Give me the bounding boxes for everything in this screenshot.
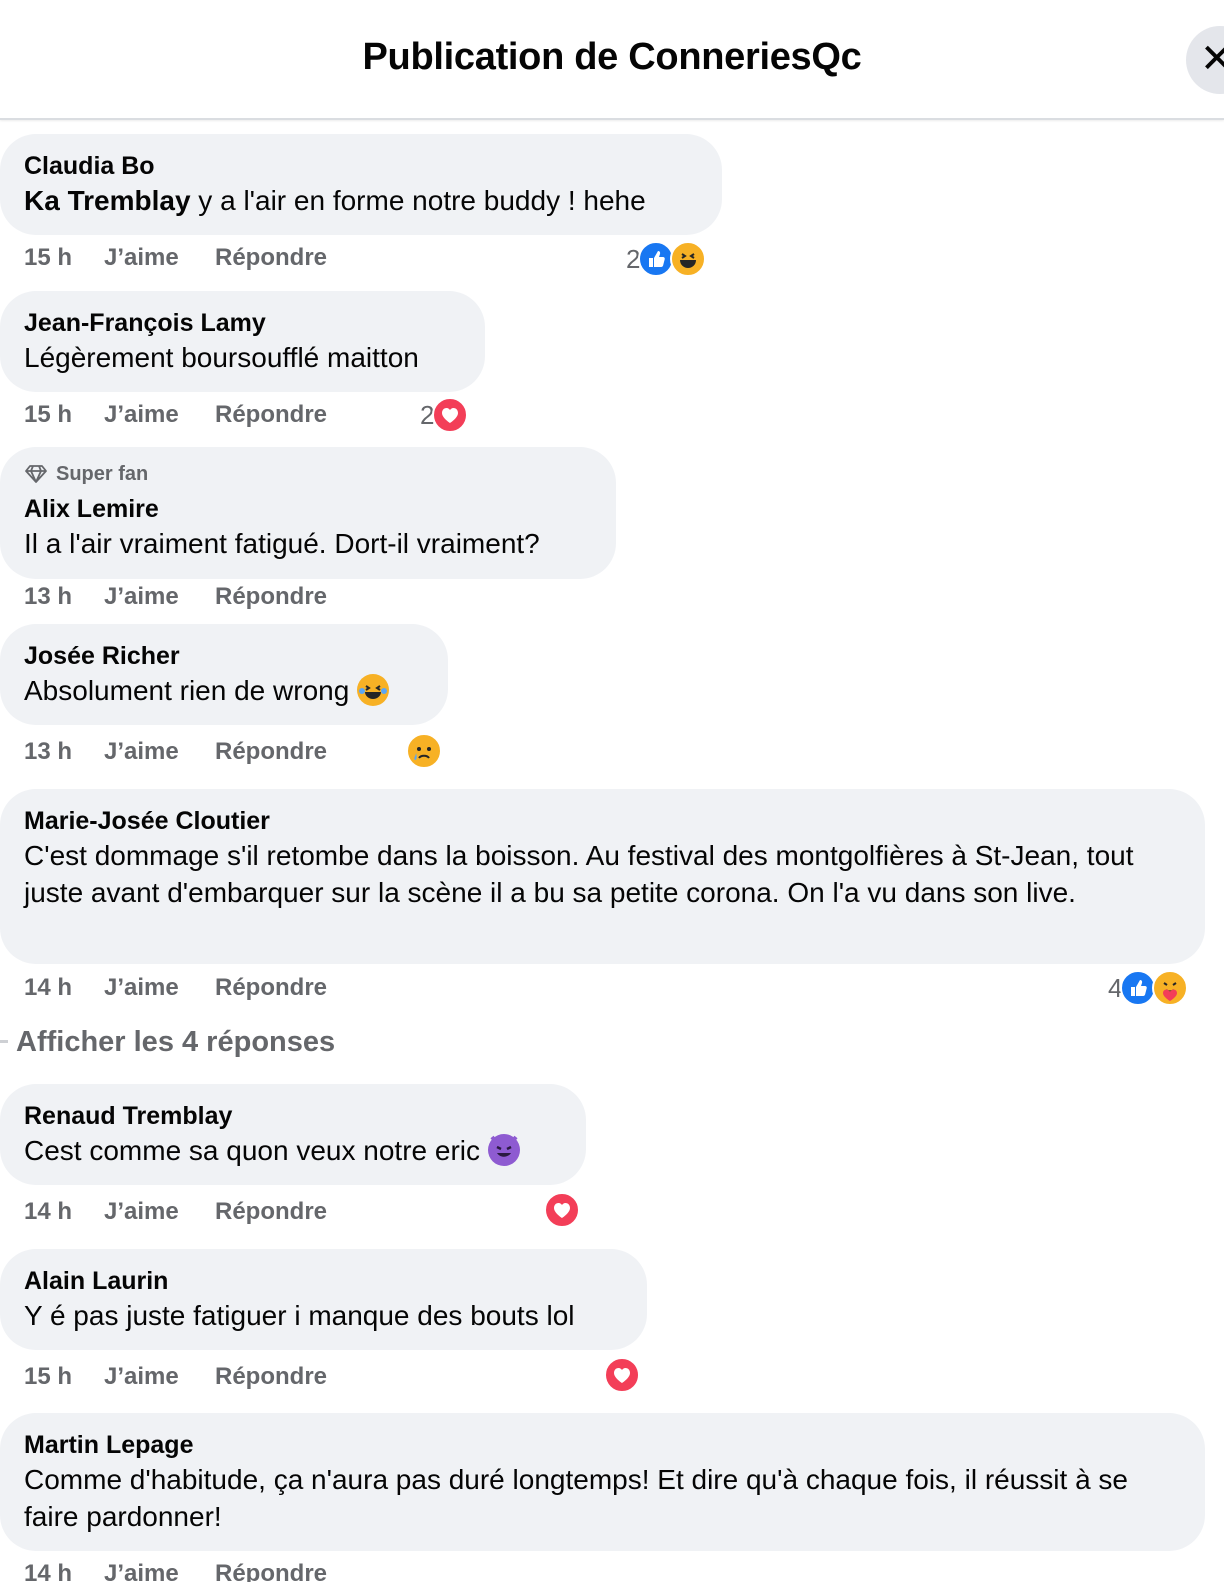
close-icon: ✕ xyxy=(1200,37,1224,81)
reply-button[interactable]: Répondre xyxy=(215,1198,327,1226)
comment-text: C'est dommage s'il retombe dans la boiss… xyxy=(24,840,1134,908)
comment-time[interactable]: 14 h xyxy=(24,1198,72,1226)
care-icon xyxy=(1152,970,1189,1006)
like-button[interactable]: J’aime xyxy=(104,244,179,272)
like-button[interactable]: J’aime xyxy=(104,974,179,1002)
mention-link[interactable]: Ka Tremblay xyxy=(24,185,191,216)
comment-author[interactable]: Jean-François Lamy xyxy=(24,307,461,339)
haha-icon xyxy=(670,241,707,277)
reply-button[interactable]: Répondre xyxy=(215,244,327,272)
love-icon xyxy=(604,1357,640,1393)
comment-text: Y é pas juste fatiguer i manque des bout… xyxy=(24,1300,575,1331)
love-icon xyxy=(544,1192,580,1228)
comment-text: Comme d'habitude, ça n'aura pas duré lon… xyxy=(24,1464,1128,1532)
love-icon xyxy=(432,397,469,433)
reply-thread-line xyxy=(0,1040,8,1043)
comment-text: Ka Tremblay y a l'air en forme notre bud… xyxy=(24,185,646,216)
comment-bubble: Martin Lepage Comme d'habitude, ça n'aur… xyxy=(0,1413,1205,1551)
comment-text: Absolument rien de wrong xyxy=(24,672,424,709)
reply-button[interactable]: Répondre xyxy=(215,583,327,611)
comment-time[interactable]: 13 h xyxy=(24,583,72,611)
comment-author[interactable]: Marie-Josée Cloutier xyxy=(24,805,1181,837)
like-button[interactable]: J’aime xyxy=(104,1560,179,1582)
reactions-summary[interactable] xyxy=(604,1357,640,1393)
comment-bubble: Marie-Josée Cloutier C'est dommage s'il … xyxy=(0,789,1205,964)
comment-bubble: Claudia Bo Ka Tremblay y a l'air en form… xyxy=(0,134,722,235)
comment-bubble: Renaud Tremblay Cest comme sa quon veux … xyxy=(0,1084,586,1185)
comment-time[interactable]: 13 h xyxy=(24,738,72,766)
like-button[interactable]: J’aime xyxy=(104,738,179,766)
reactions-summary[interactable]: 2 xyxy=(626,241,707,277)
reply-button[interactable]: Répondre xyxy=(215,401,327,429)
reactions-summary[interactable] xyxy=(544,1192,580,1228)
post-header: Publication de ConneriesQc ✕ xyxy=(0,0,1224,120)
laughing-tears-emoji xyxy=(357,674,390,706)
comment-author[interactable]: Martin Lepage xyxy=(24,1429,1181,1461)
comment-bubble: Jean-François Lamy Légèrement boursouffl… xyxy=(0,291,485,392)
comment-bubble: Josée Richer Absolument rien de wrong xyxy=(0,624,448,725)
comment-bubble: Alain Laurin Y é pas juste fatiguer i ma… xyxy=(0,1249,647,1350)
comment-text: Légèrement boursoufflé maitton xyxy=(24,342,419,373)
comment-text: Cest comme sa quon veux notre eric xyxy=(24,1132,562,1169)
reply-button[interactable]: Répondre xyxy=(215,974,327,1002)
show-replies-link[interactable]: Afficher les 4 réponses xyxy=(16,1026,335,1059)
comment-author[interactable]: Josée Richer xyxy=(24,640,424,672)
comment-text: Il a l'air vraiment fatigué. Dort-il vra… xyxy=(24,528,540,559)
page-title: Publication de ConneriesQc xyxy=(362,36,862,78)
devil-emoji xyxy=(487,1134,520,1166)
reactions-summary[interactable] xyxy=(406,733,442,769)
reactions-summary[interactable]: 4 xyxy=(1108,970,1189,1006)
reply-button[interactable]: Répondre xyxy=(215,738,327,766)
reactions-summary[interactable]: 2 xyxy=(420,397,469,433)
diamond-icon xyxy=(25,465,47,483)
comment-time[interactable]: 14 h xyxy=(24,1560,72,1582)
like-button[interactable]: J’aime xyxy=(104,583,179,611)
comment-author[interactable]: Alain Laurin xyxy=(24,1265,623,1297)
like-button[interactable]: J’aime xyxy=(104,1198,179,1226)
comment-bubble: Super fan Alix Lemire Il a l'air vraimen… xyxy=(0,447,616,579)
comment-time[interactable]: 15 h xyxy=(24,401,72,429)
comment-time[interactable]: 14 h xyxy=(24,974,72,1002)
sad-icon xyxy=(406,733,442,769)
like-button[interactable]: J’aime xyxy=(104,401,179,429)
comment-author[interactable]: Claudia Bo xyxy=(24,150,698,182)
like-button[interactable]: J’aime xyxy=(104,1363,179,1391)
comment-time[interactable]: 15 h xyxy=(24,1363,72,1391)
comment-author[interactable]: Alix Lemire xyxy=(24,493,592,525)
like-icon xyxy=(1120,970,1157,1006)
like-icon xyxy=(638,241,675,277)
super-fan-badge: Super fan xyxy=(24,461,592,487)
comment-author[interactable]: Renaud Tremblay xyxy=(24,1100,562,1132)
reply-button[interactable]: Répondre xyxy=(215,1560,327,1582)
reply-button[interactable]: Répondre xyxy=(215,1363,327,1391)
comment-time[interactable]: 15 h xyxy=(24,244,72,272)
